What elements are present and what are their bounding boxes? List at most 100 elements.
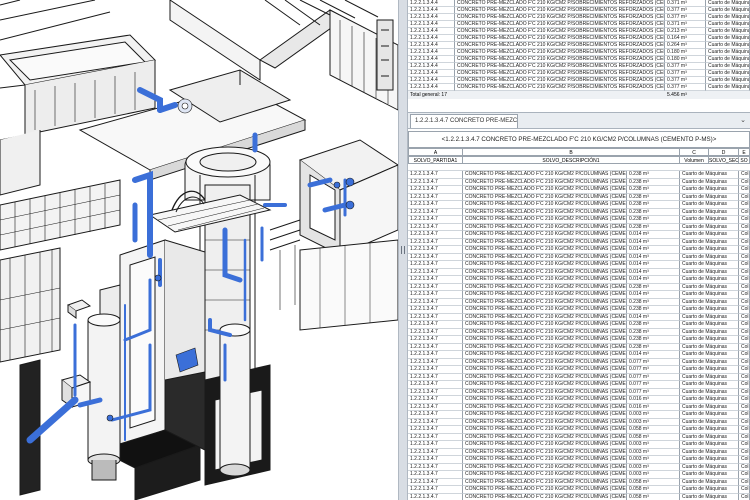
cell-sector[interactable]: Cuarto de Máquinas: [680, 283, 739, 291]
table-row[interactable]: 1.2.2.1.3.4.7 CONCRETO PRE-MEZCLADO F'C 2…: [408, 373, 750, 381]
cell-descripcion[interactable]: CONCRETO PRE-MEZCLADO F'C 210 KG/CM2 P/S…: [455, 56, 665, 63]
cell-volumen[interactable]: 0.058 m³: [627, 486, 680, 494]
cell-sector[interactable]: Cuarto de Máquinas: [680, 223, 739, 231]
cell-descripcion[interactable]: CONCRETO PRE-MEZCLADO F'C 210 KG/CM2 P/C…: [463, 223, 627, 231]
cell-volumen[interactable]: 0.014 m³: [627, 231, 680, 239]
cell-so[interactable]: Col: [739, 231, 750, 239]
table-row[interactable]: 1.2.2.1.3.4.7 CONCRETO PRE-MEZCLADO F'C 2…: [408, 186, 750, 194]
cell-so[interactable]: Col: [739, 471, 750, 479]
cell-sector[interactable]: Cuarto de Máquinas: [706, 42, 750, 49]
cell-volumen[interactable]: 0.264 m³: [665, 42, 706, 49]
cell-sector[interactable]: Cuarto de Máquinas: [680, 478, 739, 486]
table-row[interactable]: 1.2.2.1.3.4.4 CONCRETO PRE-MEZCLADO F'C 2…: [408, 56, 750, 63]
table-row[interactable]: 1.2.2.1.3.4.4 CONCRETO PRE-MEZCLADO F'C 2…: [408, 70, 750, 77]
cell-descripcion[interactable]: CONCRETO PRE-MEZCLADO F'C 210 KG/CM2 P/C…: [463, 178, 627, 186]
cell-sector[interactable]: Cuarto de Máquinas: [706, 28, 750, 35]
cell-volumen[interactable]: 0.058 m³: [627, 478, 680, 486]
cell-partida[interactable]: 1.2.2.1.3.4.7: [408, 403, 463, 411]
cell-so[interactable]: Col: [739, 313, 750, 321]
cell-volumen[interactable]: 0.238 m³: [627, 186, 680, 194]
cell-partida[interactable]: 1.2.2.1.3.4.4: [408, 21, 455, 28]
cell-partida[interactable]: 1.2.2.1.3.4.7: [408, 336, 463, 344]
cell-so[interactable]: Col: [739, 216, 750, 224]
cell-sector[interactable]: Cuarto de Máquinas: [680, 268, 739, 276]
cell-volumen[interactable]: 0.371 m³: [665, 21, 706, 28]
column-header-descripcion[interactable]: SOLVO_DESCRIPCIÓN1: [463, 156, 680, 164]
cell-descripcion[interactable]: CONCRETO PRE-MEZCLADO F'C 210 KG/CM2 P/S…: [455, 14, 665, 21]
cell-descripcion[interactable]: CONCRETO PRE-MEZCLADO F'C 210 KG/CM2 P/S…: [455, 77, 665, 84]
cell-descripcion[interactable]: CONCRETO PRE-MEZCLADO F'C 210 KG/CM2 P/S…: [455, 84, 665, 91]
column-letter-a[interactable]: A: [408, 148, 463, 156]
cell-descripcion[interactable]: CONCRETO PRE-MEZCLADO F'C 210 KG/CM2 P/C…: [463, 306, 627, 314]
cell-so[interactable]: Col: [739, 253, 750, 261]
tab-schedule-columnas[interactable]: 1.2.2.1.3.4.7 CONCRETO PRE-MEZC...: [410, 114, 518, 128]
cell-volumen[interactable]: 0.238 m³: [627, 283, 680, 291]
cell-so[interactable]: Col: [739, 186, 750, 194]
cell-so[interactable]: Col: [739, 201, 750, 209]
cell-descripcion[interactable]: CONCRETO PRE-MEZCLADO F'C 210 KG/CM2 P/S…: [455, 0, 665, 7]
cell-partida[interactable]: 1.2.2.1.3.4.7: [408, 381, 463, 389]
table-row[interactable]: 1.2.2.1.3.4.7 CONCRETO PRE-MEZCLADO F'C 2…: [408, 388, 750, 396]
cell-volumen[interactable]: 0.238 m³: [627, 171, 680, 179]
column-header-volumen[interactable]: Volumen: [680, 156, 709, 164]
cell-partida[interactable]: 1.2.2.1.3.4.4: [408, 56, 455, 63]
cell-sector[interactable]: Cuarto de Máquinas: [680, 328, 739, 336]
cell-so[interactable]: Col: [739, 178, 750, 186]
table-row[interactable]: 1.2.2.1.3.4.7 CONCRETO PRE-MEZCLADO F'C 2…: [408, 246, 750, 254]
table-row[interactable]: 1.2.2.1.3.4.4 CONCRETO PRE-MEZCLADO F'C 2…: [408, 84, 750, 91]
cell-volumen[interactable]: 0.058 m³: [627, 433, 680, 441]
cell-descripcion[interactable]: CONCRETO PRE-MEZCLADO F'C 210 KG/CM2 P/C…: [463, 441, 627, 449]
cell-descripcion[interactable]: CONCRETO PRE-MEZCLADO F'C 210 KG/CM2 P/C…: [463, 418, 627, 426]
cell-partida[interactable]: 1.2.2.1.3.4.7: [408, 268, 463, 276]
cell-so[interactable]: Col: [739, 276, 750, 284]
cell-partida[interactable]: 1.2.2.1.3.4.7: [408, 426, 463, 434]
cell-sector[interactable]: Cuarto de Máquinas: [706, 70, 750, 77]
cell-descripcion[interactable]: CONCRETO PRE-MEZCLADO F'C 210 KG/CM2 P/C…: [463, 396, 627, 404]
cell-sector[interactable]: Cuarto de Máquinas: [706, 7, 750, 14]
cell-descripcion[interactable]: CONCRETO PRE-MEZCLADO F'C 210 KG/CM2 P/C…: [463, 186, 627, 194]
cell-sector[interactable]: Cuarto de Máquinas: [706, 56, 750, 63]
table-row[interactable]: 1.2.2.1.3.4.7 CONCRETO PRE-MEZCLADO F'C 2…: [408, 486, 750, 494]
cell-descripcion[interactable]: CONCRETO PRE-MEZCLADO F'C 210 KG/CM2 P/C…: [463, 471, 627, 479]
cell-so[interactable]: Col: [739, 321, 750, 329]
cell-descripcion[interactable]: CONCRETO PRE-MEZCLADO F'C 210 KG/CM2 P/C…: [463, 373, 627, 381]
cell-sector[interactable]: Cuarto de Máquinas: [680, 186, 739, 194]
cell-sector[interactable]: Cuarto de Máquinas: [680, 388, 739, 396]
table-row[interactable]: 1.2.2.1.3.4.7 CONCRETO PRE-MEZCLADO F'C 2…: [408, 358, 750, 366]
cell-volumen[interactable]: 0.016 m³: [627, 403, 680, 411]
cell-partida[interactable]: 1.2.2.1.3.4.7: [408, 283, 463, 291]
cell-so[interactable]: Col: [739, 358, 750, 366]
column-header-partida[interactable]: SOLVO_PARTIDA1: [408, 156, 463, 164]
cell-so[interactable]: Col: [739, 463, 750, 471]
cell-descripcion[interactable]: CONCRETO PRE-MEZCLADO F'C 210 KG/CM2 P/C…: [463, 358, 627, 366]
table-row[interactable]: 1.2.2.1.3.4.7 CONCRETO PRE-MEZCLADO F'C 2…: [408, 493, 750, 500]
cell-volumen[interactable]: 0.014 m³: [627, 351, 680, 359]
cell-so[interactable]: Col: [739, 283, 750, 291]
cell-partida[interactable]: 1.2.2.1.3.4.7: [408, 201, 463, 209]
cell-partida[interactable]: 1.2.2.1.3.4.4: [408, 42, 455, 49]
cell-sector[interactable]: Cuarto de Máquinas: [680, 456, 739, 464]
cell-so[interactable]: Col: [739, 246, 750, 254]
cell-descripcion[interactable]: CONCRETO PRE-MEZCLADO F'C 210 KG/CM2 P/S…: [455, 42, 665, 49]
cell-partida[interactable]: 1.2.2.1.3.4.7: [408, 448, 463, 456]
cell-partida[interactable]: 1.2.2.1.3.4.7: [408, 411, 463, 419]
cell-partida[interactable]: 1.2.2.1.3.4.7: [408, 471, 463, 479]
column-letter-c[interactable]: C: [680, 148, 709, 156]
cell-volumen[interactable]: 0.014 m³: [627, 238, 680, 246]
cell-partida[interactable]: 1.2.2.1.3.4.4: [408, 28, 455, 35]
column-header-sector[interactable]: SOLVO_SECTOR: [709, 156, 739, 164]
cell-sector[interactable]: Cuarto de Máquinas: [706, 21, 750, 28]
cell-so[interactable]: Col: [739, 261, 750, 269]
cell-descripcion[interactable]: CONCRETO PRE-MEZCLADO F'C 210 KG/CM2 P/C…: [463, 366, 627, 374]
cell-sector[interactable]: Cuarto de Máquinas: [680, 216, 739, 224]
cell-volumen[interactable]: 0.003 m³: [627, 456, 680, 464]
cell-descripcion[interactable]: CONCRETO PRE-MEZCLADO F'C 210 KG/CM2 P/C…: [463, 291, 627, 299]
cell-descripcion[interactable]: CONCRETO PRE-MEZCLADO F'C 210 KG/CM2 P/C…: [463, 336, 627, 344]
cell-partida[interactable]: 1.2.2.1.3.4.7: [408, 373, 463, 381]
cell-partida[interactable]: 1.2.2.1.3.4.7: [408, 171, 463, 179]
cell-sector[interactable]: Cuarto de Máquinas: [680, 381, 739, 389]
cell-partida[interactable]: 1.2.2.1.3.4.7: [408, 478, 463, 486]
table-row[interactable]: 1.2.2.1.3.4.7 CONCRETO PRE-MEZCLADO F'C 2…: [408, 463, 750, 471]
cell-partida[interactable]: 1.2.2.1.3.4.7: [408, 178, 463, 186]
cell-sector[interactable]: Cuarto de Máquinas: [680, 321, 739, 329]
